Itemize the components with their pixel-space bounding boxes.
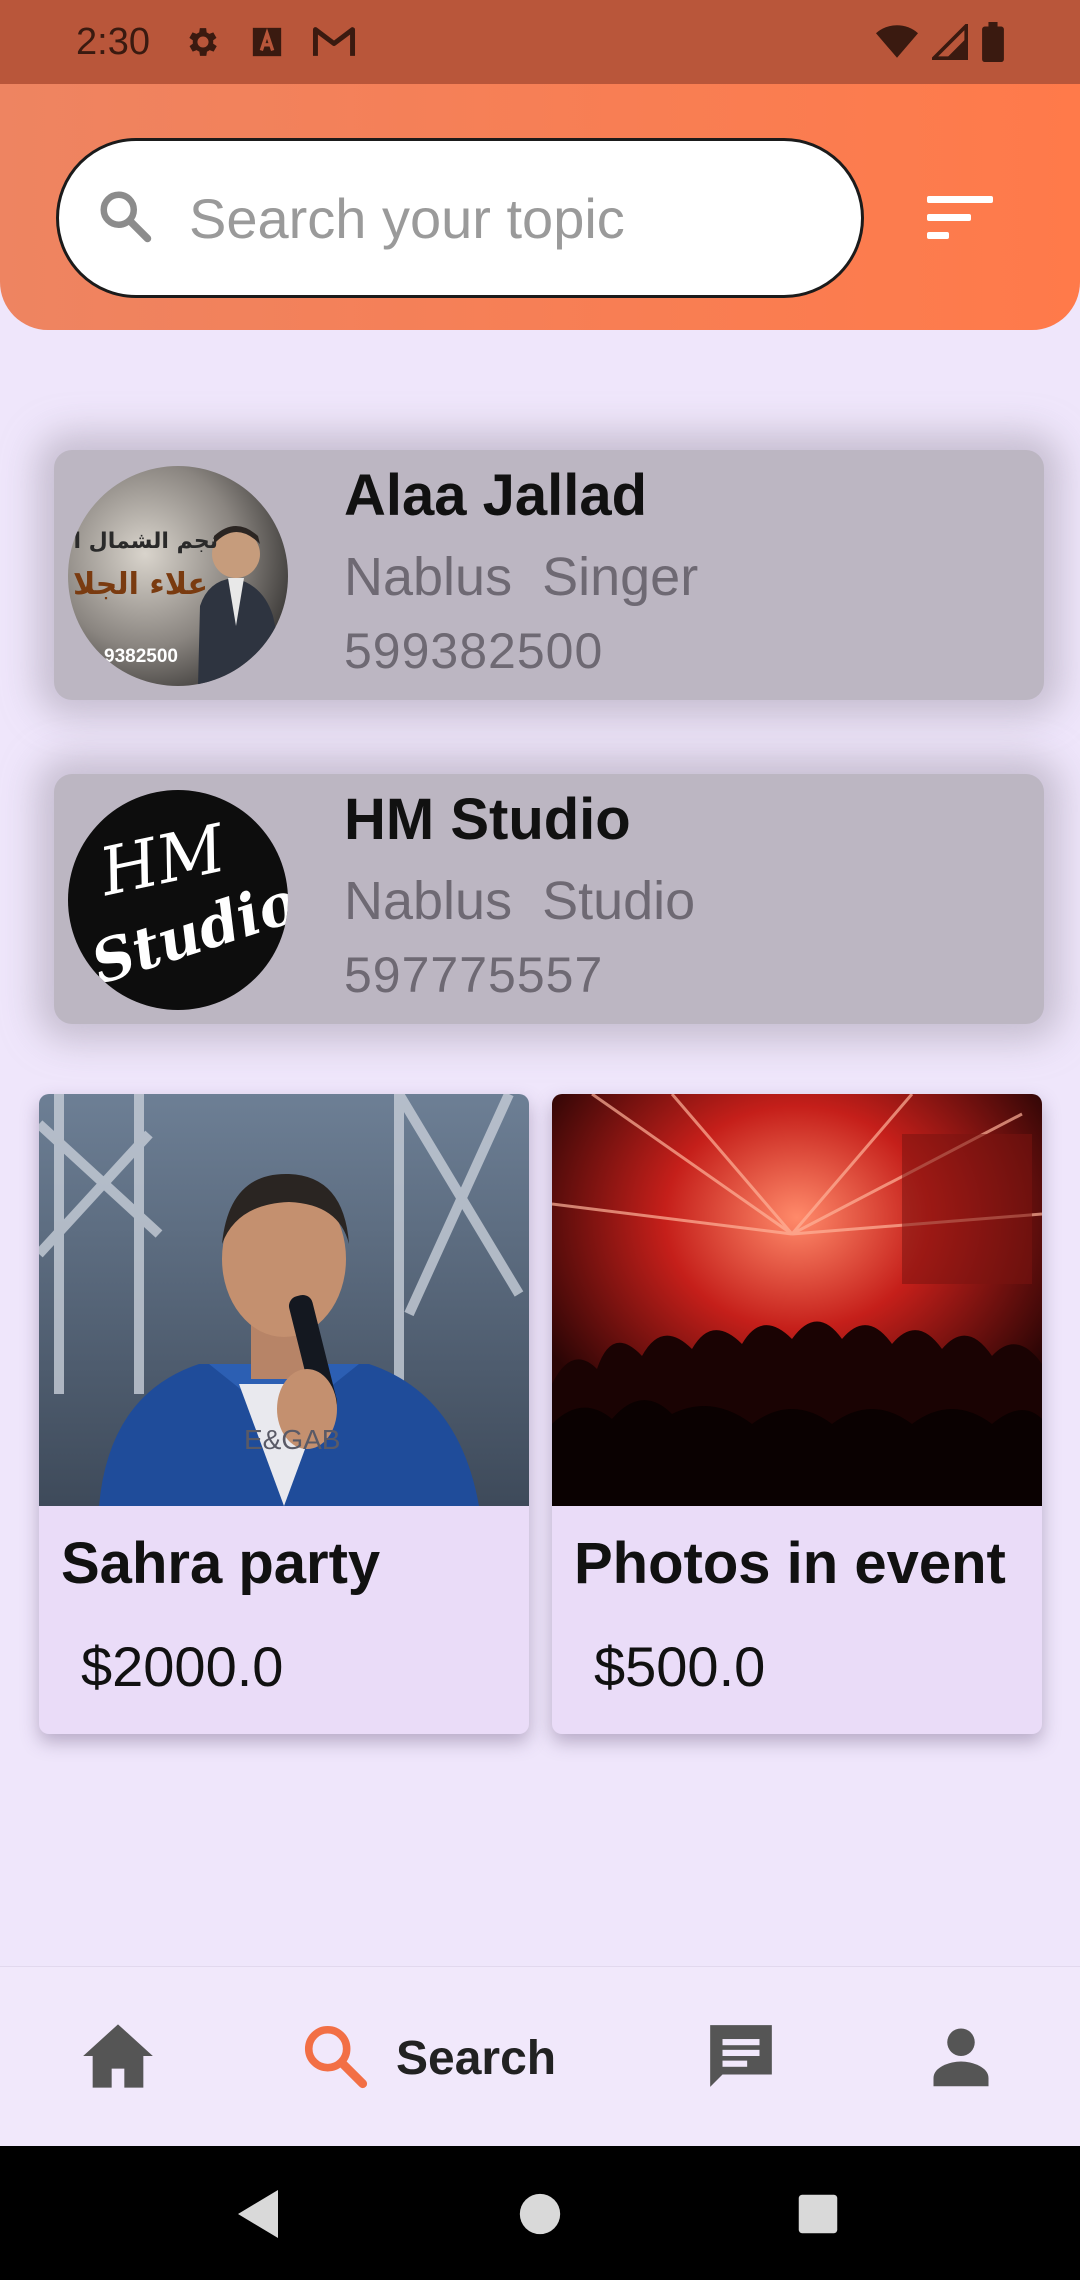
product-image: E&GAB <box>39 1094 529 1506</box>
shirt-text: E&GAB <box>244 1424 340 1455</box>
status-time: 2:30 <box>76 20 150 63</box>
nav-home[interactable] <box>80 2013 156 2103</box>
result-card-alaa-jallad[interactable]: نجم الشمال الفنا علاء الجلا 9382500 Alaa… <box>54 450 1044 700</box>
product-card-photos-in-event[interactable]: Photos in event $500.0 <box>552 1094 1042 1734</box>
back-triangle-icon <box>234 2188 282 2245</box>
product-price: $500.0 <box>594 1635 766 1698</box>
product-price: $2000.0 <box>81 1635 284 1698</box>
product-title: Sahra party <box>61 1531 381 1596</box>
product-card-sahra-party[interactable]: E&GAB Sahra party $2000.0 <box>39 1094 529 1734</box>
home-circle-icon <box>518 2192 562 2241</box>
battery-icon <box>982 22 1004 62</box>
recents-square-icon <box>797 2193 839 2240</box>
result-category: Studio <box>542 871 696 931</box>
search-bar[interactable] <box>56 138 864 298</box>
search-input[interactable] <box>189 185 809 251</box>
product-title: Photos in event <box>574 1531 1006 1596</box>
sort-icon <box>927 194 993 247</box>
bottom-navigation: Search <box>0 1966 1080 2146</box>
gmail-icon <box>312 25 356 59</box>
filter-button[interactable] <box>920 180 1000 260</box>
status-icons-right <box>876 22 1004 62</box>
result-city: Nablus <box>344 547 513 607</box>
avatar: نجم الشمال الفنا علاء الجلا 9382500 <box>68 466 288 686</box>
nav-profile[interactable] <box>928 2013 994 2103</box>
search-icon <box>95 186 155 251</box>
wifi-icon <box>876 24 918 60</box>
font-a-icon <box>250 25 284 59</box>
system-recents-button[interactable] <box>778 2176 858 2256</box>
result-meta: Nablus Singer <box>344 546 698 608</box>
result-city: Nablus <box>344 871 513 931</box>
result-meta: Nablus Studio <box>344 870 695 932</box>
nav-search-label: Search <box>396 2031 557 2085</box>
result-phone: 597775557 <box>344 947 604 1003</box>
profile-icon <box>928 2023 994 2094</box>
avatar: HM Studio <box>68 790 288 1010</box>
avatar-arabic-line1: نجم الشمال الفنا <box>68 529 218 554</box>
result-card-hm-studio[interactable]: HM Studio HM Studio Nablus Studio 597775… <box>54 774 1044 1024</box>
result-category: Singer <box>542 547 699 607</box>
result-name: HM Studio <box>344 787 631 852</box>
home-icon <box>80 2021 156 2096</box>
avatar-number: 9382500 <box>104 646 178 667</box>
result-name: Alaa Jallad <box>344 463 648 528</box>
search-header <box>0 84 1080 330</box>
nav-search[interactable]: Search <box>300 2013 556 2103</box>
system-back-button[interactable] <box>218 2176 298 2256</box>
search-icon <box>300 2021 370 2096</box>
product-image <box>552 1094 1042 1506</box>
avatar-arabic-line2: علاء الجلا <box>73 567 208 602</box>
chat-icon <box>704 2019 778 2098</box>
result-phone: 599382500 <box>344 623 604 679</box>
status-bar: 2:30 <box>0 0 1080 84</box>
system-home-button[interactable] <box>500 2176 580 2256</box>
status-icons-left <box>184 23 356 61</box>
signal-icon <box>932 24 968 60</box>
settings-icon <box>184 23 222 61</box>
system-navigation-bar <box>0 2146 1080 2280</box>
nav-chat[interactable] <box>704 2013 778 2103</box>
